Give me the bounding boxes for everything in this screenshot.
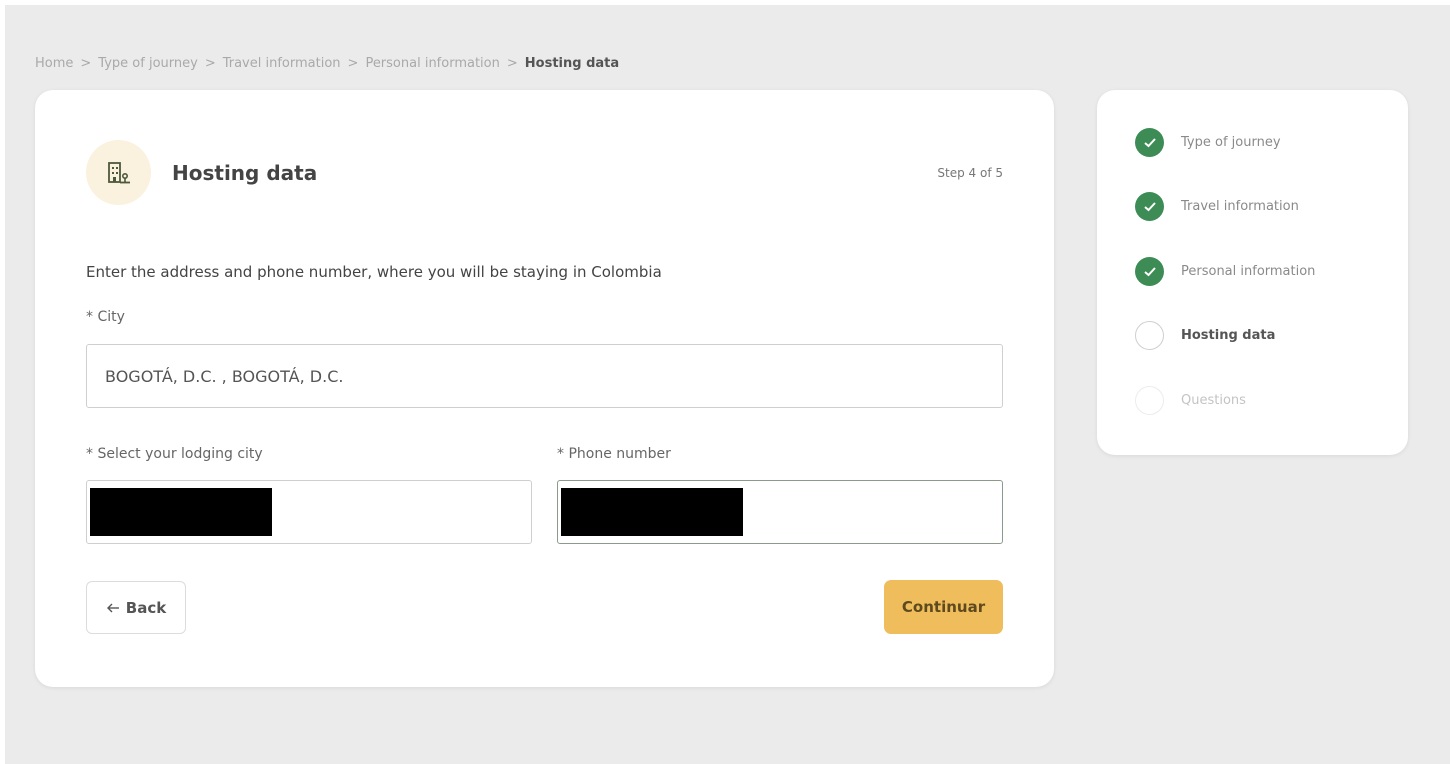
redacted-value [90, 488, 272, 536]
breadcrumb-separator: > [80, 56, 92, 71]
check-icon [1143, 202, 1156, 212]
step-questions: Questions [1135, 386, 1246, 415]
city-label: * City [86, 309, 125, 325]
continue-button[interactable]: Continuar [884, 580, 1003, 634]
step-hosting-data: Hosting data [1135, 321, 1275, 350]
breadcrumb-home[interactable]: Home [35, 56, 73, 71]
back-button-label: Back [125, 598, 167, 617]
breadcrumb-personal-information[interactable]: Personal information [365, 56, 499, 71]
breadcrumb-separator: > [204, 56, 216, 71]
step-counter: Step 4 of 5 [937, 166, 1003, 180]
step-travel-information: Travel information [1135, 192, 1299, 221]
arrow-left-icon [106, 603, 119, 612]
page-title: Hosting data [172, 161, 318, 185]
breadcrumb-separator: > [347, 56, 359, 71]
form-instructions: Enter the address and phone number, wher… [86, 263, 662, 281]
step-label: Type of journey [1181, 135, 1281, 150]
redacted-value [561, 488, 743, 536]
lodging-city-select[interactable] [86, 480, 532, 544]
building-icon [107, 161, 130, 183]
step-label: Personal information [1181, 264, 1316, 279]
step-status-done [1135, 192, 1164, 221]
phone-number-label: * Phone number [557, 446, 671, 462]
breadcrumb-travel-information[interactable]: Travel information [223, 56, 341, 71]
step-label: Questions [1181, 393, 1246, 408]
step-status-done [1135, 257, 1164, 286]
step-status-pending [1135, 386, 1164, 415]
step-label: Travel information [1181, 199, 1299, 214]
breadcrumb-separator: > [506, 56, 518, 71]
step-status-current [1135, 321, 1164, 350]
step-icon-badge [86, 140, 151, 205]
step-personal-information: Personal information [1135, 257, 1315, 286]
breadcrumb-current: Hosting data [524, 56, 620, 71]
phone-number-input[interactable] [557, 480, 1003, 544]
check-icon [1143, 267, 1156, 277]
step-status-done [1135, 128, 1164, 157]
breadcrumb: Home > Type of journey > Travel informat… [35, 56, 619, 71]
back-button[interactable]: Back [86, 581, 186, 634]
page-background: Home > Type of journey > Travel informat… [5, 5, 1450, 764]
hosting-form-card: Hosting data Step 4 of 5 Enter the addre… [35, 90, 1054, 687]
city-input[interactable]: BOGOTÁ, D.C. , BOGOTÁ, D.C. [86, 344, 1003, 408]
lodging-city-label: * Select your lodging city [86, 446, 263, 462]
step-label: Hosting data [1181, 328, 1276, 343]
progress-sidebar: Type of journey Travel information Perso… [1097, 90, 1408, 455]
city-input-value: BOGOTÁ, D.C. , BOGOTÁ, D.C. [105, 366, 344, 386]
step-type-of-journey: Type of journey [1135, 128, 1281, 157]
breadcrumb-type-of-journey[interactable]: Type of journey [98, 56, 198, 71]
check-icon [1143, 138, 1156, 148]
